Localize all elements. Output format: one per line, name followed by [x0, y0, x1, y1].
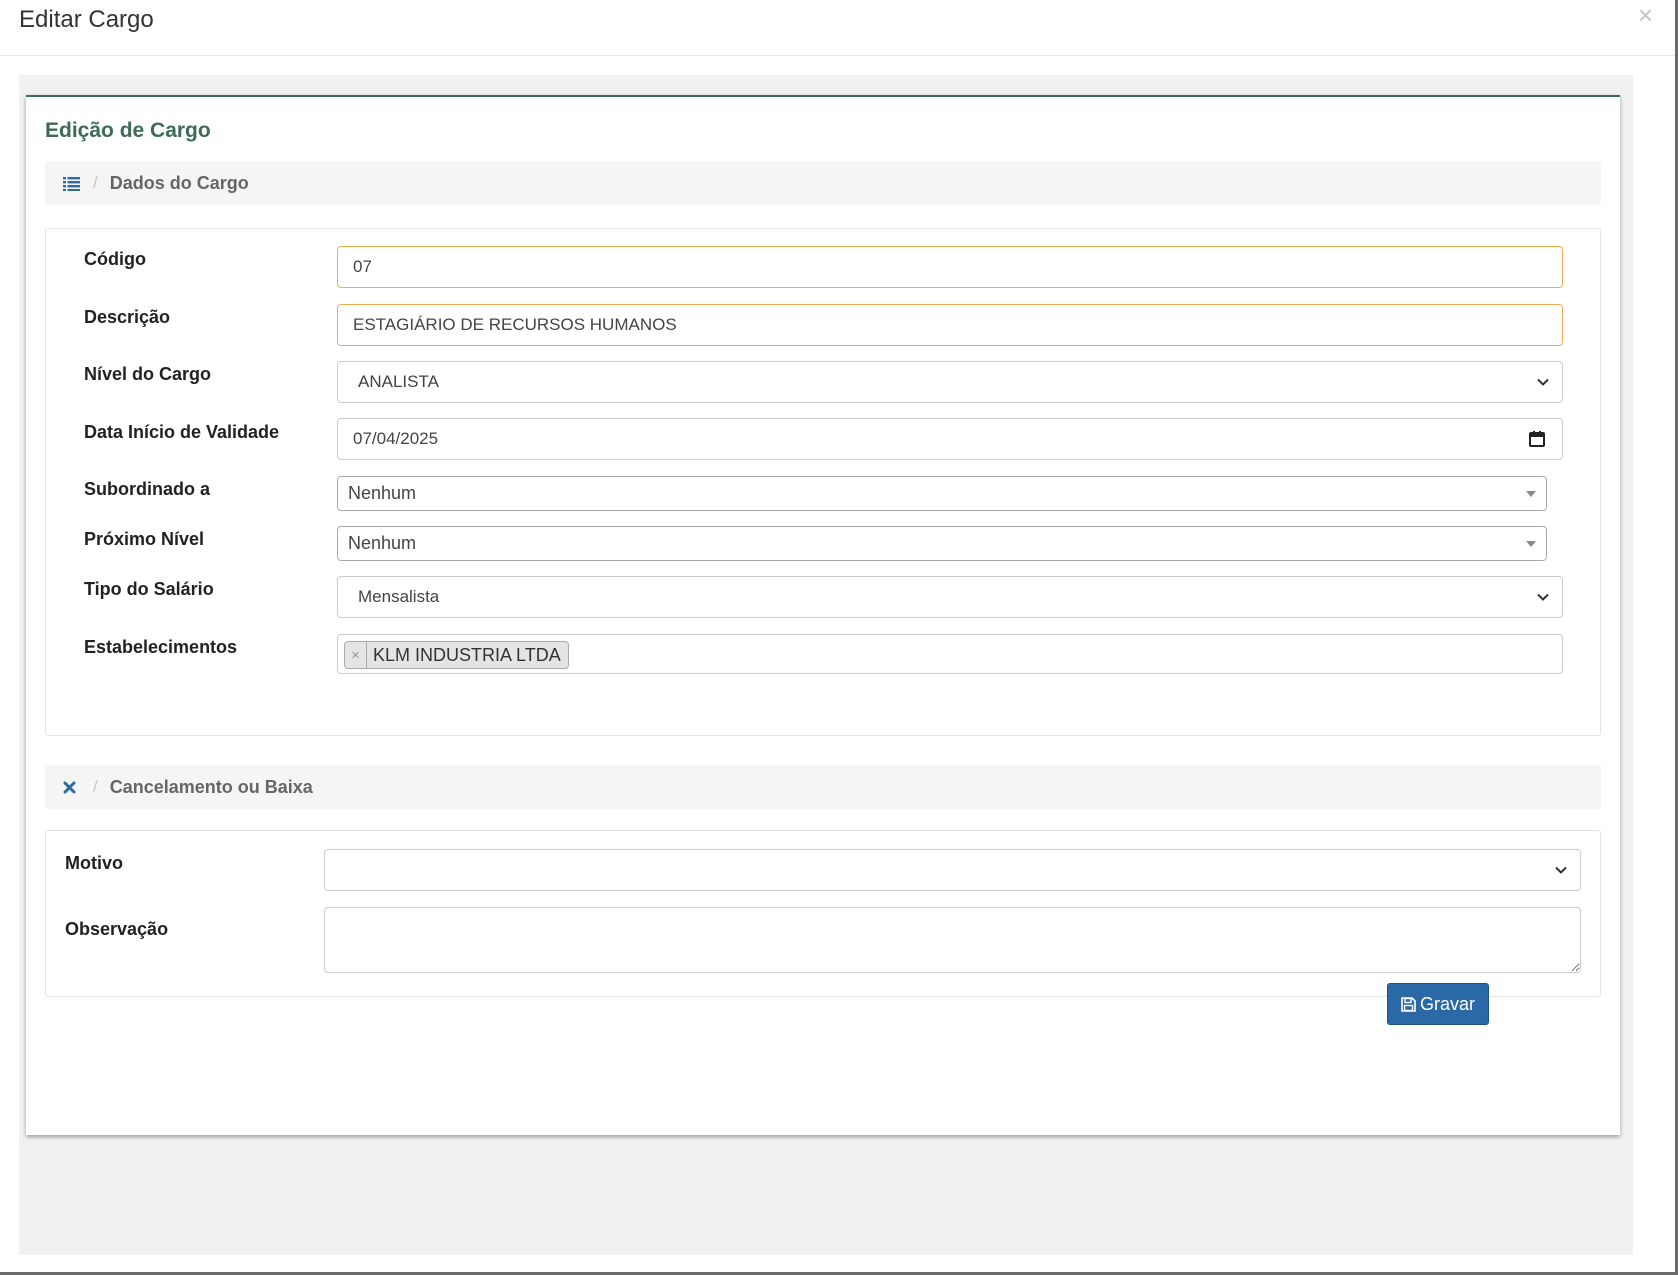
modal-body: Edição de Cargo / Dados do Cargo Código … — [19, 75, 1633, 1255]
breadcrumb-label: Cancelamento ou Baixa — [109, 776, 313, 797]
box-title: Edição de Cargo — [45, 119, 211, 142]
estabelecimentos-multiselect[interactable]: × KLM INDUSTRIA LTDA — [337, 634, 1563, 674]
breadcrumb-dados-cargo: / Dados do Cargo — [45, 161, 1601, 205]
proximo-nivel-select[interactable]: Nenhum — [337, 526, 1547, 561]
breadcrumb-separator: / — [93, 777, 98, 796]
chevron-down-icon — [1537, 593, 1549, 601]
breadcrumb-label: Dados do Cargo — [109, 172, 249, 193]
subordinado-select[interactable]: Nenhum — [337, 476, 1547, 511]
save-icon — [1401, 996, 1416, 1012]
subordinado-value: Nenhum — [348, 483, 417, 503]
breadcrumb-separator: / — [93, 173, 98, 192]
nivel-label: Nível do Cargo — [84, 364, 212, 384]
save-button[interactable]: Gravar — [1387, 983, 1489, 1025]
form-box: Edição de Cargo / Dados do Cargo Código … — [26, 95, 1620, 1135]
edit-cargo-modal: Editar Cargo × Edição de Cargo / Dados d… — [0, 0, 1678, 1275]
motivo-select[interactable] — [324, 849, 1581, 891]
estabelecimento-tag-label: KLM INDUSTRIA LTDA — [373, 644, 561, 665]
tipo-salario-label: Tipo do Salário — [84, 579, 214, 599]
calendar-icon[interactable] — [1528, 430, 1546, 448]
breadcrumb-cancelamento: / Cancelamento ou Baixa — [45, 765, 1601, 809]
nivel-select[interactable]: ANALISTA — [337, 361, 1563, 403]
data-inicio-label: Data Início de Validade — [84, 422, 280, 442]
save-button-label: Gravar — [1419, 993, 1475, 1014]
proximo-nivel-value: Nenhum — [348, 533, 417, 553]
chevron-down-icon — [1537, 378, 1549, 386]
chevron-down-icon — [1555, 866, 1567, 874]
estabelecimentos-label: Estabelecimentos — [84, 637, 238, 657]
estabelecimento-tag: × KLM INDUSTRIA LTDA — [344, 641, 569, 669]
motivo-label: Motivo — [65, 853, 123, 873]
descricao-input[interactable]: ESTAGIÁRIO DE RECURSOS HUMANOS — [337, 304, 1563, 346]
tipo-salario-value: Mensalista — [358, 587, 440, 606]
descricao-label: Descrição — [84, 307, 171, 327]
close-icon — [63, 781, 83, 794]
proximo-nivel-label: Próximo Nível — [84, 529, 205, 549]
list-icon — [63, 176, 83, 191]
modal-header: Editar Cargo × — [0, 0, 1675, 56]
modal-title: Editar Cargo — [19, 6, 154, 33]
dados-cargo-panel: Código 07 Descrição ESTAGIÁRIO DE RECURS… — [45, 228, 1601, 736]
close-icon[interactable]: × — [1638, 2, 1653, 28]
observacao-textarea[interactable] — [324, 907, 1581, 973]
tipo-salario-select[interactable]: Mensalista — [337, 576, 1563, 618]
remove-tag-icon[interactable]: × — [345, 642, 367, 668]
nivel-value: ANALISTA — [358, 372, 439, 391]
data-inicio-input[interactable]: 07/04/2025 — [337, 418, 1563, 460]
observacao-label: Observação — [65, 919, 169, 939]
cancelamento-panel: Motivo Observação — [45, 830, 1601, 997]
data-inicio-value: 07/04/2025 — [353, 429, 439, 448]
subordinado-label: Subordinado a — [84, 479, 210, 499]
caret-down-icon — [1526, 541, 1536, 547]
codigo-input[interactable]: 07 — [337, 246, 1563, 288]
codigo-label: Código — [84, 249, 146, 269]
caret-down-icon — [1526, 491, 1536, 497]
